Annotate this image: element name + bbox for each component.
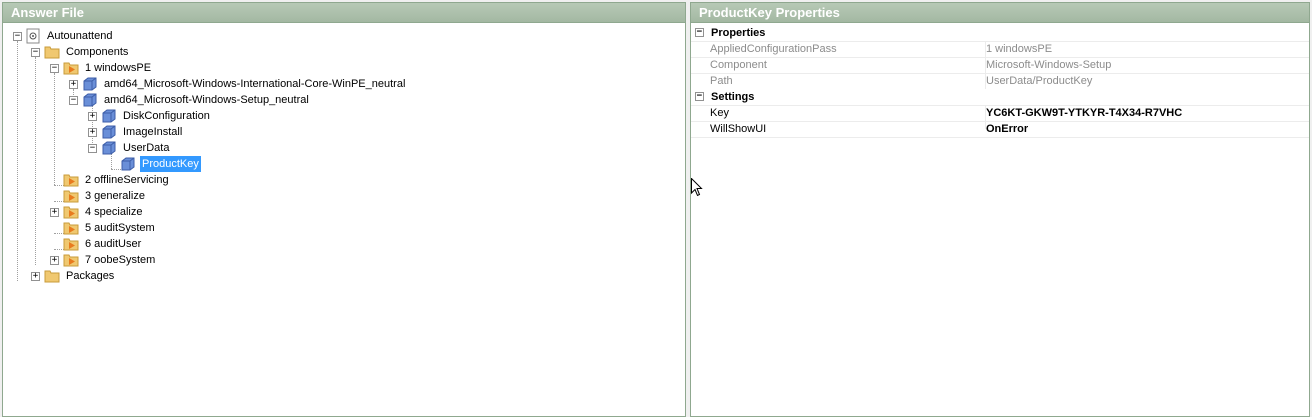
expand-icon[interactable]: + xyxy=(50,256,59,265)
property-value: 1 windowsPE xyxy=(986,43,1053,55)
folder-icon xyxy=(44,268,60,284)
tree-node-label[interactable]: 5 auditSystem xyxy=(83,220,157,236)
collapse-icon[interactable]: − xyxy=(50,64,59,73)
tree-node-label[interactable]: 4 specialize xyxy=(83,204,144,220)
component-icon xyxy=(101,108,117,124)
pass-icon xyxy=(63,172,79,188)
category-label: Properties xyxy=(711,27,766,39)
expand-icon[interactable]: + xyxy=(50,208,59,217)
tree-node-label[interactable]: DiskConfiguration xyxy=(121,108,212,124)
tree-node-label[interactable]: ProductKey xyxy=(140,156,201,172)
answer-file-tree[interactable]: − Autounattend − Components −1 windowsPE + amd… xyxy=(3,23,685,413)
collapse-icon[interactable]: − xyxy=(695,92,704,101)
collapse-icon[interactable]: − xyxy=(31,48,40,57)
tree-node-label[interactable]: Autounattend xyxy=(45,28,114,44)
properties-pane: ProductKey Properties − Properties Appli… xyxy=(690,2,1310,417)
tree-node-label[interactable]: UserData xyxy=(121,140,171,156)
tree-node-label[interactable]: 7 oobeSystem xyxy=(83,252,157,268)
tree-node-label[interactable]: 1 windowsPE xyxy=(83,60,153,76)
setting-value-input[interactable]: YC6KT-GKW9T-YTKYR-T4X34-R7VHC xyxy=(986,105,1182,121)
setting-name: Key xyxy=(710,107,729,119)
category-settings[interactable]: − Settings xyxy=(691,89,1309,106)
component-icon xyxy=(101,124,117,140)
property-value: Microsoft-Windows-Setup xyxy=(986,59,1112,71)
property-row[interactable]: Path UserData/ProductKey xyxy=(691,73,1309,90)
tree-node-label[interactable]: amd64_Microsoft-Windows-Setup_neutral xyxy=(102,92,311,108)
collapse-icon[interactable]: − xyxy=(88,144,97,153)
pass-icon xyxy=(63,236,79,252)
tree-node-label[interactable]: ImageInstall xyxy=(121,124,184,140)
property-name: Path xyxy=(710,75,733,87)
pass-icon xyxy=(63,220,79,236)
component-icon xyxy=(82,76,98,92)
pass-icon xyxy=(63,204,79,220)
property-value: UserData/ProductKey xyxy=(986,75,1093,87)
mouse-cursor-icon xyxy=(691,178,703,197)
setting-row-willshowui[interactable]: WillShowUI OnError xyxy=(691,121,1309,138)
category-label: Settings xyxy=(711,91,755,103)
property-row[interactable]: AppliedConfigurationPass 1 windowsPE xyxy=(691,41,1309,58)
tree-node-label[interactable]: 6 auditUser xyxy=(83,236,143,252)
tree-connector xyxy=(17,41,18,281)
property-row[interactable]: Component Microsoft-Windows-Setup xyxy=(691,57,1309,74)
answer-file-icon xyxy=(25,28,41,44)
tree-connector xyxy=(35,57,36,265)
properties-pane-title: ProductKey Properties xyxy=(691,3,1309,23)
expand-icon[interactable]: + xyxy=(69,80,78,89)
property-name: Component xyxy=(710,59,767,71)
collapse-icon[interactable]: − xyxy=(69,96,78,105)
expand-icon[interactable]: + xyxy=(88,128,97,137)
property-name: AppliedConfigurationPass xyxy=(710,43,837,55)
setting-row-key[interactable]: Key YC6KT-GKW9T-YTKYR-T4X34-R7VHC xyxy=(691,105,1309,122)
expand-icon[interactable]: + xyxy=(31,272,40,281)
pass-icon xyxy=(63,252,79,268)
component-icon xyxy=(82,92,98,108)
collapse-icon[interactable]: − xyxy=(13,32,22,41)
folder-icon xyxy=(44,44,60,60)
setting-value-dropdown[interactable]: OnError xyxy=(986,121,1028,137)
answer-file-pane: Answer File − Autounattend − Components −1 w… xyxy=(2,2,686,417)
component-icon xyxy=(101,140,117,156)
expand-icon[interactable]: + xyxy=(88,112,97,121)
pass-icon xyxy=(63,60,79,76)
answer-file-pane-title: Answer File xyxy=(3,3,685,23)
tree-connector xyxy=(54,73,55,185)
component-icon xyxy=(120,156,136,172)
tree-node-label[interactable]: Components xyxy=(64,44,130,60)
collapse-icon[interactable]: − xyxy=(695,28,704,37)
pass-icon xyxy=(63,188,79,204)
tree-node-label[interactable]: amd64_Microsoft-Windows-International-Co… xyxy=(102,76,407,92)
tree-node-label[interactable]: Packages xyxy=(64,268,116,284)
setting-name: WillShowUI xyxy=(710,123,767,135)
tree-node-label[interactable]: 2 offlineServicing xyxy=(83,172,171,188)
category-properties[interactable]: − Properties xyxy=(691,25,1309,42)
tree-node-label[interactable]: 3 generalize xyxy=(83,188,147,204)
